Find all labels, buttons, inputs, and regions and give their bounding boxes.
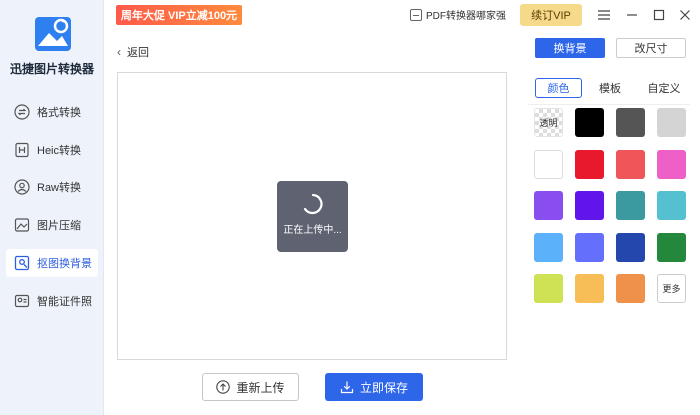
loading-text: 正在上传中... (283, 225, 342, 236)
title-bar: 周年大促 VIP立减100元 PDF转换器哪家强 续订VIP (104, 0, 700, 30)
sidebar-item-label: 格式转换 (37, 107, 81, 119)
upload-icon (216, 380, 231, 394)
color-swatch[interactable] (575, 233, 604, 262)
subtab-label: 模板 (599, 83, 621, 95)
color-swatch[interactable] (616, 191, 645, 220)
promo-banner[interactable]: 周年大促 VIP立减100元 (116, 5, 242, 25)
reupload-label: 重新上传 (236, 380, 285, 395)
compress-icon (14, 217, 30, 233)
color-swatch[interactable] (534, 150, 563, 179)
back-link[interactable]: ‹ 返回 (117, 44, 149, 60)
promo-text: 周年大促 VIP立减100元 (120, 10, 238, 22)
sidebar-item-label: Heic转换 (37, 145, 82, 157)
subtab-custom[interactable]: 自定义 (640, 78, 688, 98)
sidebar-item-heic-convert[interactable]: Heic转换 (6, 136, 98, 164)
sidebar: 迅捷图片转换器 格式转换 Heic转换 Raw转换 图片压缩 抠图换背景 智能证 (0, 0, 104, 415)
chevron-left-icon: ‹ (117, 45, 121, 59)
save-button[interactable]: 立即保存 (325, 373, 423, 401)
color-swatch-transparent[interactable]: 透明 (534, 108, 563, 137)
sidebar-item-label: 抠图换背景 (37, 258, 92, 270)
pdf-icon (410, 8, 422, 21)
subtab-template[interactable]: 模板 (590, 78, 630, 98)
swap-icon (14, 104, 30, 120)
subtab-label: 颜色 (547, 83, 570, 95)
sidebar-item-label: 智能证件照 (37, 296, 92, 308)
sidebar-item-cutout-background[interactable]: 抠图换背景 (6, 249, 98, 277)
color-swatch[interactable] (534, 233, 563, 262)
subtab-label: 自定义 (647, 83, 681, 95)
sidebar-item-id-photo[interactable]: 智能证件照 (6, 287, 98, 315)
color-swatch[interactable] (616, 233, 645, 262)
cutout-icon (14, 255, 30, 271)
swatch-label: 透明 (539, 118, 558, 128)
color-swatch[interactable] (616, 150, 645, 179)
color-swatch[interactable] (575, 150, 604, 179)
color-swatch[interactable] (657, 108, 686, 137)
panel-divider (528, 104, 690, 105)
close-icon[interactable] (675, 5, 695, 25)
color-swatch[interactable] (657, 191, 686, 220)
sidebar-item-label: 图片压缩 (37, 220, 81, 232)
tab-change-background[interactable]: 换背景 (535, 38, 605, 58)
color-swatch[interactable] (534, 274, 563, 303)
color-swatch[interactable] (534, 191, 563, 220)
color-swatch[interactable] (616, 108, 645, 137)
color-swatch[interactable] (575, 274, 604, 303)
tab-label: 换背景 (553, 43, 587, 55)
color-swatch[interactable] (657, 233, 686, 262)
pdf-link-label: PDF转换器哪家强 (426, 11, 506, 22)
minimize-icon[interactable] (622, 5, 642, 25)
id-photo-icon (14, 293, 30, 309)
more-colors-button[interactable]: 更多 (657, 274, 686, 303)
app-name: 迅捷图片转换器 (9, 62, 94, 76)
sidebar-item-raw-convert[interactable]: Raw转换 (6, 173, 98, 201)
app-logo-icon (35, 17, 71, 51)
color-swatch[interactable] (616, 274, 645, 303)
tab-label: 改尺寸 (634, 43, 668, 55)
color-swatch[interactable] (657, 150, 686, 179)
upload-loading-overlay: 正在上传中... (277, 181, 348, 252)
tab-resize[interactable]: 改尺寸 (616, 38, 686, 58)
renew-vip-button[interactable]: 续订VIP (520, 4, 582, 26)
raw-icon (14, 179, 30, 195)
renew-vip-label: 续订VIP (531, 10, 571, 22)
save-label: 立即保存 (359, 380, 408, 395)
reupload-button[interactable]: 重新上传 (202, 373, 299, 401)
heic-icon (14, 142, 30, 158)
more-label: 更多 (662, 284, 681, 294)
maximize-icon[interactable] (649, 5, 669, 25)
loading-spinner-icon (303, 193, 323, 215)
subtab-color[interactable]: 颜色 (535, 78, 582, 98)
color-swatch[interactable] (575, 108, 604, 137)
back-label: 返回 (127, 47, 149, 59)
sidebar-item-label: Raw转换 (37, 182, 82, 194)
download-icon (340, 380, 354, 394)
color-swatch[interactable] (575, 191, 604, 220)
sidebar-item-format-convert[interactable]: 格式转换 (6, 98, 98, 126)
pdf-converter-link[interactable]: PDF转换器哪家强 (410, 7, 506, 22)
menu-icon[interactable] (594, 5, 614, 25)
sidebar-item-image-compress[interactable]: 图片压缩 (6, 211, 98, 239)
